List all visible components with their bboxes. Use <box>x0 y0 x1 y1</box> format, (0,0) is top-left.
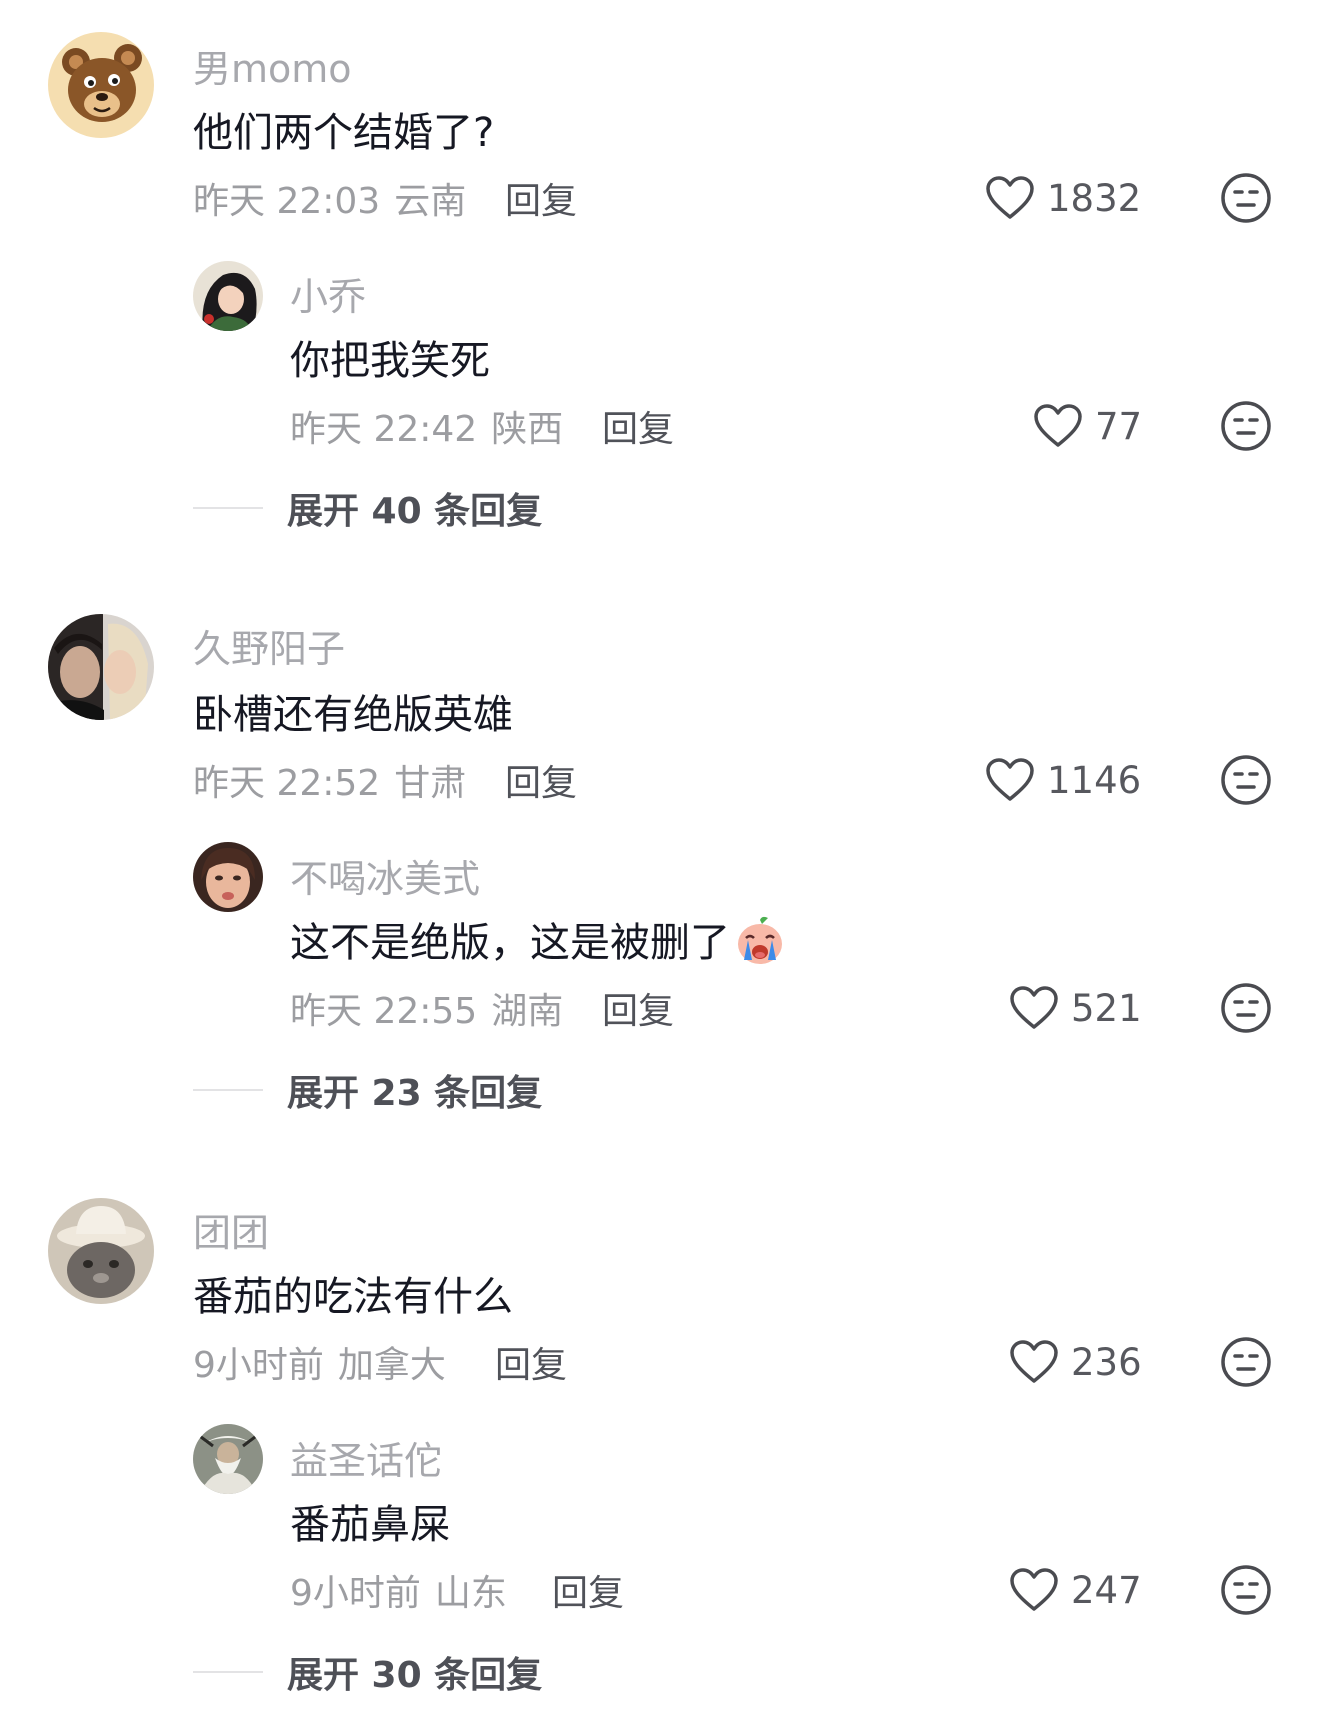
expand-replies-label: 展开 40 条回复 <box>287 491 543 532</box>
timestamp: 9小时前 <box>290 1573 421 1614</box>
comment-meta: 9小时前 山东 <box>290 1564 507 1616</box>
like-count: 247 <box>1071 1568 1142 1612</box>
expand-replies[interactable]: 展开 23 条回复 <box>193 1064 542 1116</box>
avatar[interactable] <box>193 842 263 912</box>
reply-button[interactable]: 回复 <box>495 1336 567 1388</box>
like-button[interactable]: 77 <box>1033 398 1142 454</box>
divider-line <box>193 1089 263 1091</box>
like-button[interactable]: 247 <box>1009 1562 1142 1618</box>
dislike-button[interactable] <box>1220 982 1272 1034</box>
location: 甘肃 <box>394 763 467 804</box>
like-count: 236 <box>1071 1340 1142 1384</box>
comment-text[interactable]: 你把我笑死 <box>290 328 490 386</box>
dislike-button[interactable] <box>1220 172 1272 224</box>
crying-face-emoji <box>738 916 782 964</box>
cat-in-hat-avatar-image <box>48 1198 154 1304</box>
dislike-button[interactable] <box>1220 400 1272 452</box>
comment-text[interactable]: 这不是绝版，这是被删了 <box>290 910 786 968</box>
username[interactable]: 团团 <box>193 1202 269 1257</box>
avatar[interactable] <box>193 261 263 331</box>
reply-button[interactable]: 回复 <box>552 1564 624 1616</box>
heart-outline-icon <box>986 176 1034 219</box>
like-count: 521 <box>1071 986 1142 1030</box>
username[interactable]: 益圣话佗 <box>290 1430 442 1485</box>
like-count: 1146 <box>1047 758 1142 802</box>
expand-replies[interactable]: 展开 30 条回复 <box>193 1646 542 1698</box>
reply-button[interactable]: 回复 <box>505 754 577 806</box>
comment-meta: 昨天 22:55 湖南 <box>290 982 563 1034</box>
comment-text[interactable]: 番茄的吃法有什么 <box>193 1264 513 1322</box>
timestamp: 昨天 22:55 <box>290 991 478 1032</box>
comment-text[interactable]: 番茄鼻屎 <box>290 1492 450 1550</box>
dislike-button[interactable] <box>1220 1336 1272 1388</box>
like-button[interactable]: 1832 <box>985 170 1141 226</box>
location: 云南 <box>394 181 467 222</box>
selfie-avatar-image <box>193 842 263 912</box>
username[interactable]: 小乔 <box>290 266 366 321</box>
username[interactable]: 男momo <box>193 38 352 93</box>
avatar[interactable] <box>48 32 154 138</box>
username[interactable]: 久野阳子 <box>193 618 345 673</box>
location: 湖南 <box>491 991 564 1032</box>
neutral-face-icon <box>1221 983 1271 1033</box>
bear-avatar-image <box>48 32 154 138</box>
location: 陕西 <box>491 409 564 450</box>
heart-outline-icon <box>1010 1568 1058 1611</box>
comment-text-body: 这不是绝版，这是被删了 <box>290 920 730 966</box>
timestamp: 昨天 22:42 <box>290 409 478 450</box>
reply-button[interactable]: 回复 <box>505 172 577 224</box>
heart-outline-icon <box>1034 404 1082 447</box>
neutral-face-icon <box>1221 173 1271 223</box>
username[interactable]: 不喝冰美式 <box>290 848 480 903</box>
divider-line <box>193 1671 263 1673</box>
comment-meta: 昨天 22:42 陕西 <box>290 400 563 452</box>
avatar[interactable] <box>48 614 154 720</box>
comment-meta: 9小时前 加拿大 <box>193 1336 446 1388</box>
reply-button[interactable]: 回复 <box>602 982 674 1034</box>
like-count: 77 <box>1095 404 1143 448</box>
comment-meta: 昨天 22:52 甘肃 <box>193 754 466 806</box>
reply-button[interactable]: 回复 <box>602 400 674 452</box>
avatar[interactable] <box>48 1198 154 1304</box>
neutral-face-icon <box>1221 401 1271 451</box>
couple-photo-avatar-image <box>48 614 154 720</box>
like-button[interactable]: 1146 <box>985 752 1141 808</box>
neutral-face-icon <box>1221 1337 1271 1387</box>
comment-text[interactable]: 卧槽还有绝版英雄 <box>193 682 513 740</box>
divider-line <box>193 507 263 509</box>
expand-replies[interactable]: 展开 40 条回复 <box>193 482 542 534</box>
neutral-face-icon <box>1221 1565 1271 1615</box>
expand-replies-label: 展开 30 条回复 <box>287 1655 543 1696</box>
dislike-button[interactable] <box>1220 754 1272 806</box>
like-button[interactable]: 521 <box>1009 980 1142 1036</box>
old-sage-avatar-image <box>193 1424 263 1494</box>
expand-replies-label: 展开 23 条回复 <box>287 1073 543 1114</box>
heart-outline-icon <box>1010 986 1058 1029</box>
comment-text[interactable]: 他们两个结婚了? <box>193 100 494 158</box>
neutral-face-icon <box>1221 755 1271 805</box>
timestamp: 昨天 22:52 <box>193 763 381 804</box>
heart-outline-icon <box>1010 1340 1058 1383</box>
timestamp: 9小时前 <box>193 1345 324 1386</box>
avatar[interactable] <box>193 1424 263 1494</box>
heart-outline-icon <box>986 758 1034 801</box>
comment-meta: 昨天 22:03 云南 <box>193 172 466 224</box>
like-button[interactable]: 236 <box>1009 1334 1142 1390</box>
location: 山东 <box>434 1573 507 1614</box>
dislike-button[interactable] <box>1220 1564 1272 1616</box>
timestamp: 昨天 22:03 <box>193 181 381 222</box>
anime-girl-avatar-image <box>193 261 263 331</box>
like-count: 1832 <box>1047 176 1142 220</box>
location: 加拿大 <box>337 1345 446 1386</box>
